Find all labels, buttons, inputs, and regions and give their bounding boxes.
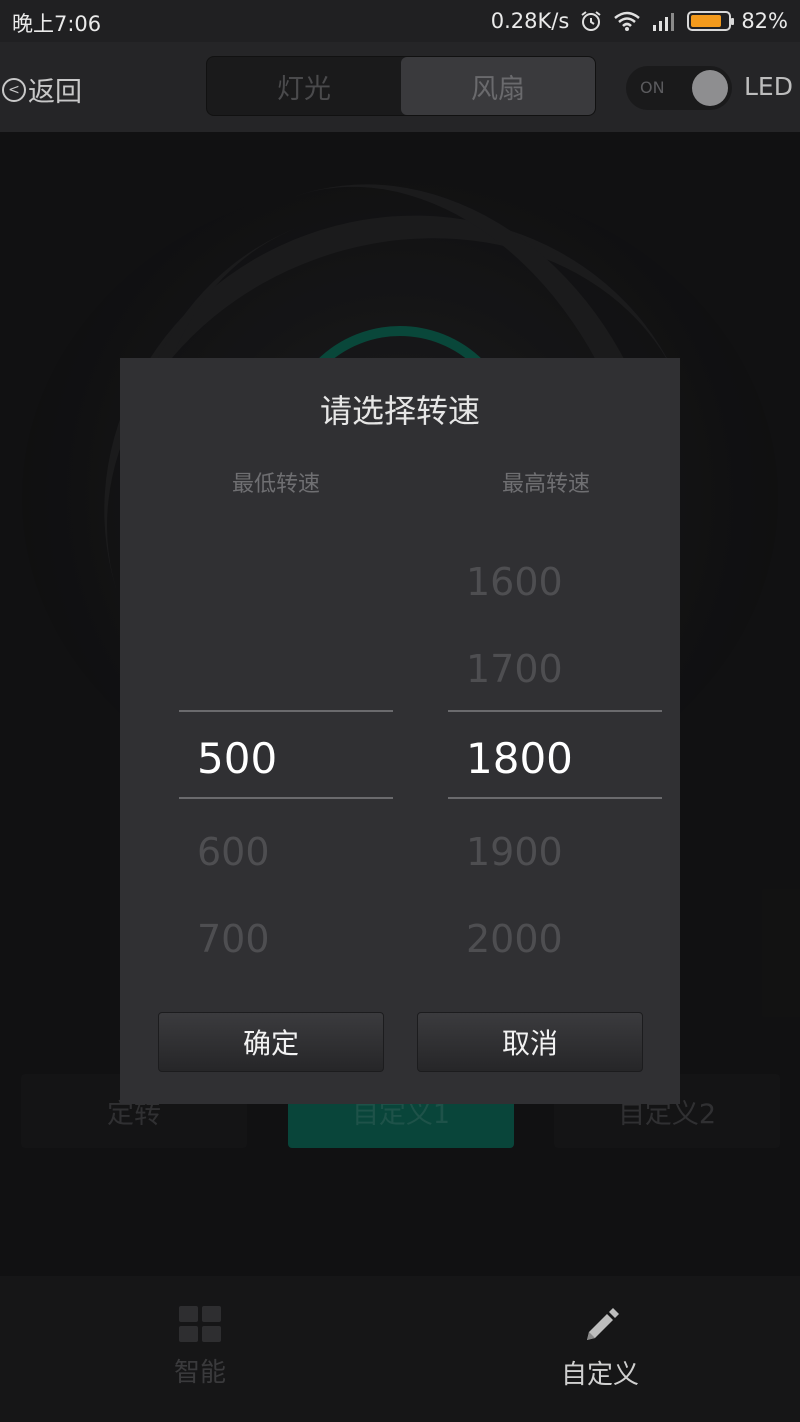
nav-item-smart[interactable]: 智能 bbox=[100, 1306, 300, 1389]
picker-divider bbox=[448, 797, 662, 799]
dialog-title: 请选择转速 bbox=[319, 392, 480, 430]
mode-segment-control: 灯光 风扇 bbox=[206, 56, 596, 116]
back-button[interactable]: < 返回 bbox=[2, 70, 82, 109]
nav-label: 自定义 bbox=[560, 1360, 639, 1390]
cancel-button[interactable]: 取消 bbox=[417, 1012, 643, 1072]
back-label: 返回 bbox=[28, 77, 82, 108]
chevron-left-icon: < bbox=[2, 77, 26, 102]
top-bar: < 返回 灯光 风扇 ON LED bbox=[0, 42, 800, 132]
battery-icon bbox=[687, 11, 735, 31]
status-time: 晚上7:06 bbox=[12, 12, 102, 36]
bottom-nav: 智能 自定义 bbox=[0, 1276, 800, 1422]
max-speed-option[interactable]: 1700 bbox=[466, 647, 563, 691]
network-speed: 0.28K/s bbox=[490, 9, 570, 33]
signal-icon bbox=[653, 13, 675, 31]
min-speed-option[interactable]: 700 bbox=[197, 917, 270, 961]
status-right: 0.28K/s 82% bbox=[491, 8, 788, 34]
nav-item-custom[interactable]: 自定义 bbox=[500, 1306, 700, 1391]
confirm-button[interactable]: 确定 bbox=[158, 1012, 384, 1072]
led-label: LED bbox=[744, 72, 793, 101]
max-speed-selected[interactable]: 1800 bbox=[466, 734, 573, 783]
picker-divider bbox=[179, 710, 393, 712]
max-speed-header: 最高转速 bbox=[501, 472, 590, 497]
min-speed-option[interactable]: 600 bbox=[197, 830, 270, 874]
pencil-icon bbox=[587, 1308, 619, 1340]
toggle-knob bbox=[692, 70, 728, 106]
status-bar: 晚上7:06 0.28K/s 82% bbox=[0, 0, 800, 42]
wifi-icon bbox=[614, 11, 641, 31]
tab-fan[interactable]: 风扇 bbox=[401, 57, 595, 115]
min-speed-selected[interactable]: 500 bbox=[197, 734, 277, 783]
nav-label: 智能 bbox=[173, 1358, 226, 1388]
picker-divider bbox=[179, 797, 393, 799]
tab-light[interactable]: 灯光 bbox=[207, 57, 401, 115]
battery-percent: 82% bbox=[741, 9, 788, 33]
max-speed-option[interactable]: 1900 bbox=[466, 830, 563, 874]
grid-icon bbox=[179, 1306, 221, 1342]
battery-fill bbox=[691, 15, 721, 27]
led-toggle[interactable]: ON bbox=[626, 66, 732, 110]
max-speed-option[interactable]: 1600 bbox=[466, 560, 563, 604]
toggle-on-label: ON bbox=[640, 78, 665, 97]
alarm-icon bbox=[581, 11, 601, 31]
picker-divider bbox=[448, 710, 662, 712]
min-speed-header: 最低转速 bbox=[231, 472, 320, 497]
max-speed-option[interactable]: 2000 bbox=[466, 917, 563, 961]
